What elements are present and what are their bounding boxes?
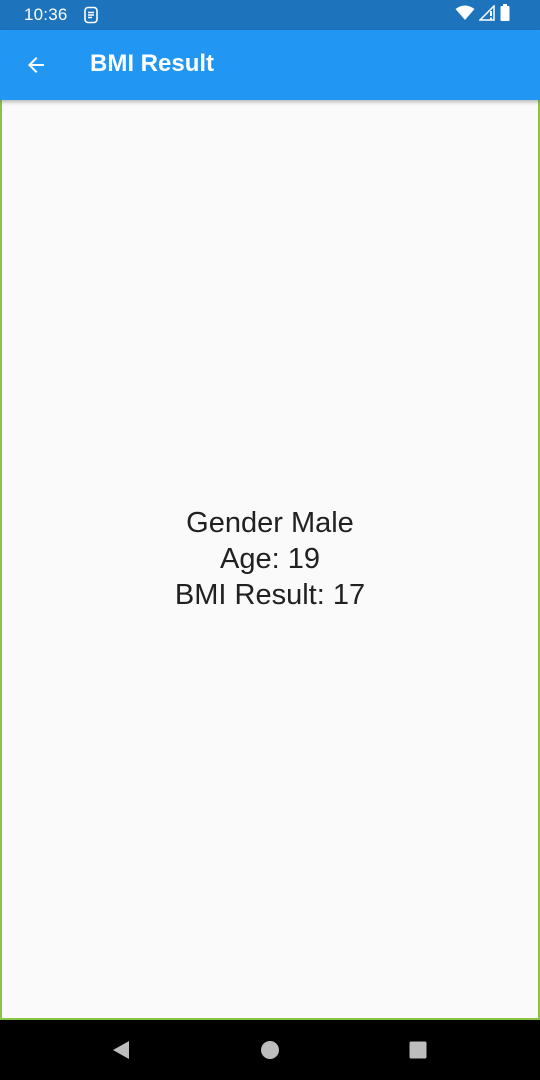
nav-recents-button[interactable] — [406, 1038, 430, 1062]
wifi-icon — [455, 5, 475, 26]
bmi-result-text: BMI Result: 17 — [174, 579, 366, 611]
arrow-back-icon — [28, 57, 44, 73]
status-time: 10:36 — [24, 5, 68, 24]
nav-home-button[interactable] — [258, 1038, 282, 1062]
cell-signal-icon — [478, 3, 496, 26]
result-content: Gender Male Age: 19 BMI Result: 17 — [0, 100, 540, 1020]
page-title: BMI Result — [90, 50, 215, 77]
battery-icon — [500, 4, 510, 26]
app-bar: BMI Result — [0, 30, 540, 100]
age-text: Age: 19 — [220, 543, 320, 575]
status-bar: 10:36 — [0, 0, 540, 30]
result-summary: Gender Male Age: 19 BMI Result: 17 — [2, 505, 538, 613]
nav-back-icon — [113, 1041, 129, 1059]
nav-recents-icon — [409, 1041, 427, 1059]
system-navigation-bar — [0, 1020, 540, 1080]
back-button[interactable] — [14, 43, 58, 87]
gender-text: Gender Male — [186, 507, 354, 539]
status-icons — [455, 3, 510, 26]
app-notification-icon — [82, 6, 100, 24]
nav-back-button[interactable] — [109, 1038, 133, 1062]
nav-home-icon — [261, 1041, 279, 1059]
